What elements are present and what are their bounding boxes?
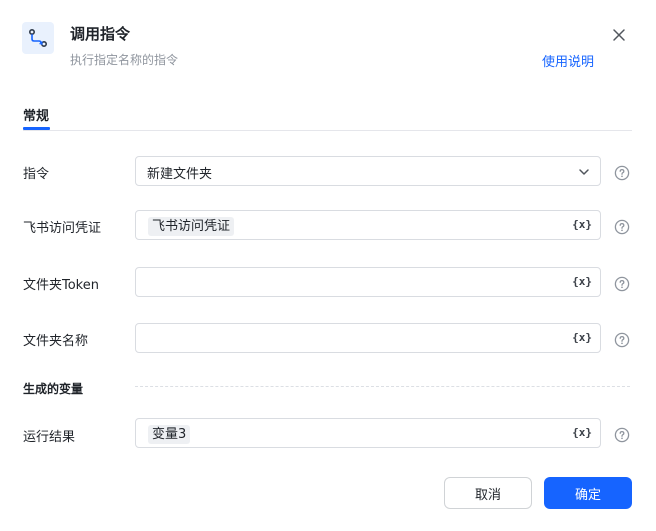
folder-token-field[interactable]: {x} bbox=[135, 267, 601, 297]
credential-chip[interactable]: 飞书访问凭证 bbox=[148, 217, 235, 236]
command-value: 新建文件夹 bbox=[147, 167, 213, 182]
folder-name-label: 文件夹名称 bbox=[23, 334, 89, 349]
help-link[interactable]: 使用说明 bbox=[542, 51, 594, 70]
folder-name-field[interactable]: {x} bbox=[135, 323, 601, 353]
cancel-button[interactable]: 取消 bbox=[444, 477, 532, 509]
command-select[interactable]: 新建文件夹 bbox=[135, 156, 601, 186]
help-icon[interactable] bbox=[614, 165, 630, 181]
output-section-title: 生成的变量 bbox=[23, 382, 84, 396]
result-label: 运行结果 bbox=[23, 430, 76, 445]
variable-icon[interactable]: {x} bbox=[572, 331, 592, 344]
confirm-button[interactable]: 确定 bbox=[544, 477, 632, 509]
variable-icon[interactable]: {x} bbox=[572, 275, 592, 288]
result-variable-chip[interactable]: 变量3 bbox=[148, 425, 191, 444]
result-field[interactable]: 变量3 {x} bbox=[135, 418, 601, 448]
dialog-title: 调用指令 bbox=[70, 25, 131, 43]
help-icon[interactable] bbox=[614, 332, 630, 348]
folder-token-label: 文件夹Token bbox=[23, 278, 99, 293]
chevron-down-icon bbox=[579, 169, 589, 175]
help-icon[interactable] bbox=[614, 427, 630, 443]
connector-icon bbox=[22, 22, 54, 54]
variable-icon[interactable]: {x} bbox=[572, 218, 592, 231]
variable-icon[interactable]: {x} bbox=[572, 426, 592, 439]
close-icon[interactable] bbox=[610, 26, 628, 44]
section-divider bbox=[135, 386, 630, 387]
credential-label: 飞书访问凭证 bbox=[23, 221, 102, 236]
dialog-subtitle: 执行指定名称的指令 bbox=[70, 53, 179, 67]
tab-divider bbox=[23, 130, 632, 131]
credential-field[interactable]: 飞书访问凭证 {x} bbox=[135, 210, 601, 240]
help-icon[interactable] bbox=[614, 219, 630, 235]
tab-general[interactable]: 常规 bbox=[23, 105, 49, 124]
command-label: 指令 bbox=[23, 167, 50, 182]
help-icon[interactable] bbox=[614, 276, 630, 292]
